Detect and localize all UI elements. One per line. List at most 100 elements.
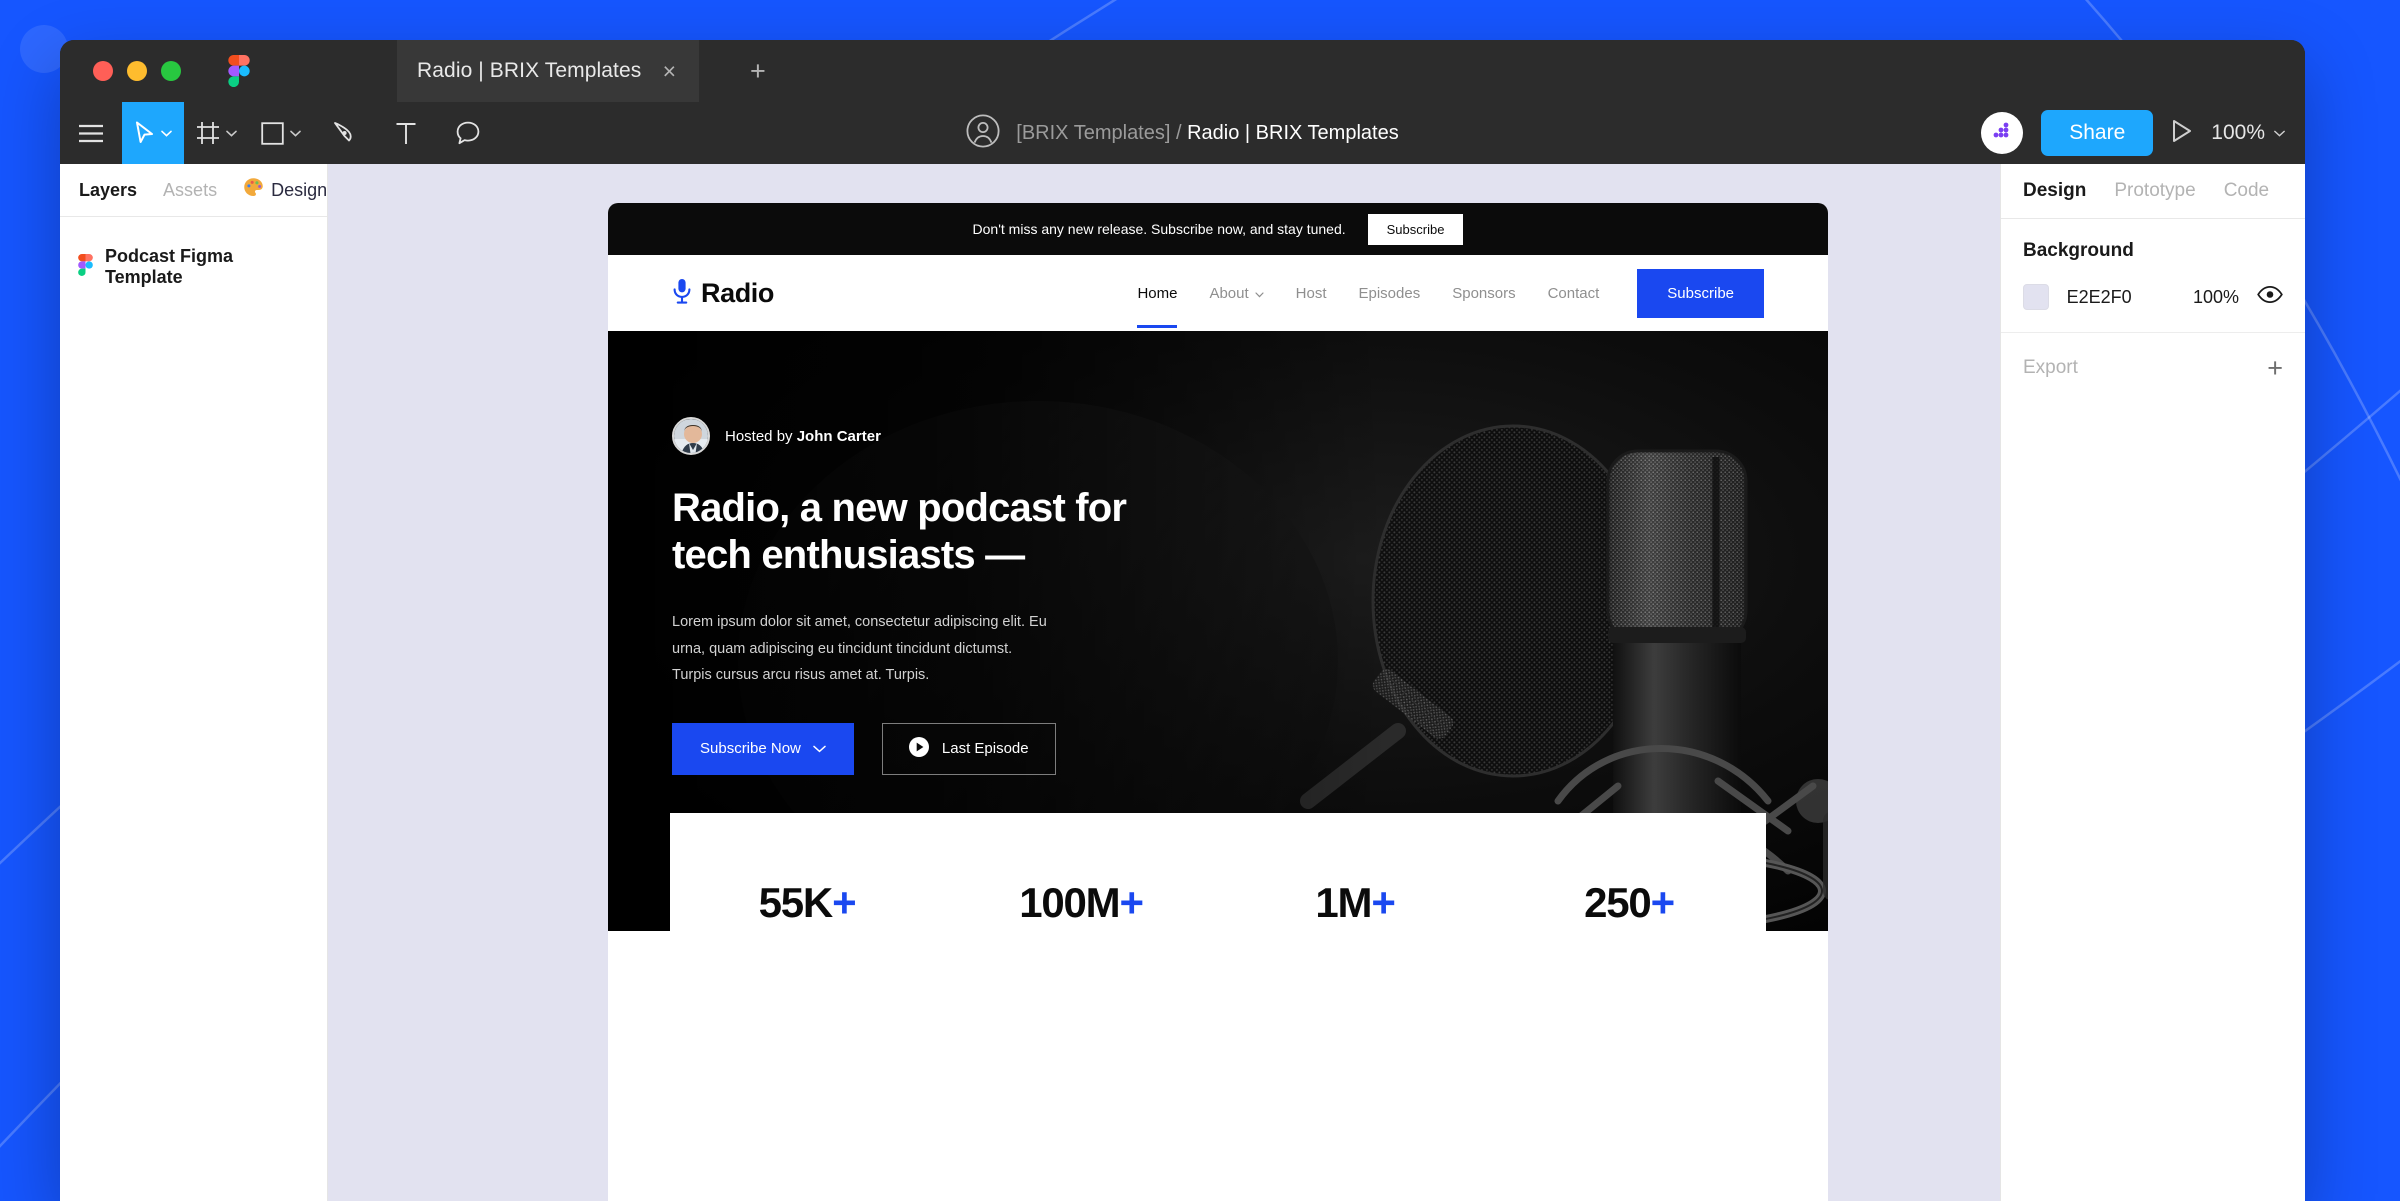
shape-tool-caret-icon[interactable] — [290, 130, 301, 137]
frame-tool-caret-icon[interactable] — [226, 130, 237, 137]
site-navbar: Radio Home About Host Episodes Sponsors — [608, 255, 1828, 331]
figma-icon — [228, 55, 250, 87]
breadcrumb-text: [BRIX Templates] / Radio | BRIX Template… — [1016, 122, 1398, 145]
nav-link-host[interactable]: Host — [1280, 285, 1343, 302]
move-tool-caret-icon[interactable] — [161, 130, 172, 137]
nav-link-sponsors[interactable]: Sponsors — [1436, 285, 1531, 302]
nav-link-home[interactable]: Home — [1121, 285, 1193, 328]
background-section: Background E2E2F0 100% — [2001, 219, 2305, 333]
add-export-button[interactable]: + — [2267, 355, 2283, 382]
nav-link-contact[interactable]: Contact — [1532, 285, 1616, 302]
nav-link-about[interactable]: About — [1193, 285, 1279, 302]
site-nav-links: Home About Host Episodes Sponsors Contac… — [1121, 268, 1764, 328]
avatar-dots-icon — [1990, 119, 2014, 148]
stat-suffix: + — [1371, 879, 1396, 926]
shape-tool[interactable] — [249, 102, 313, 164]
microphone-icon — [672, 278, 692, 309]
website-design-frame[interactable]: Don't miss any new release. Subscribe no… — [608, 203, 1828, 1201]
background-hex-value[interactable]: E2E2F0 — [2067, 287, 2175, 308]
palette-icon — [243, 177, 264, 203]
hero-last-episode-button[interactable]: Last Episode — [881, 722, 1056, 775]
maximize-window-button[interactable] — [161, 61, 181, 81]
hero-section: Hosted by John Carter Radio, a new podca… — [608, 331, 1828, 931]
hero-host-text: Hosted by John Carter — [725, 428, 881, 445]
hero-headline: Radio, a new podcast for tech enthusiast… — [672, 486, 1127, 578]
host-name: John Carter — [796, 427, 881, 445]
design-canvas[interactable]: Don't miss any new release. Subscribe no… — [328, 164, 2000, 1201]
background-fill-row: E2E2F0 100% — [2023, 284, 2283, 310]
main-menu-button[interactable] — [60, 102, 122, 164]
zoom-level-control[interactable]: 100% — [2211, 121, 2285, 145]
layers-list: Podcast Figma Template — [60, 217, 327, 295]
hamburger-icon — [78, 124, 104, 143]
background-opacity-value[interactable]: 100% — [2193, 287, 2239, 308]
announcement-message: Don't miss any new release. Subscribe no… — [972, 221, 1346, 237]
stat-value: 100M — [1019, 879, 1120, 926]
eye-icon[interactable] — [2257, 286, 2283, 308]
breadcrumb-file: Radio | BRIX Templates — [1187, 121, 1399, 144]
nav-link-episodes[interactable]: Episodes — [1343, 285, 1437, 302]
stat-item: 55K+ — [670, 879, 944, 927]
chevron-down-icon — [2274, 130, 2285, 137]
site-logo[interactable]: Radio — [672, 278, 774, 309]
frame-icon — [196, 121, 220, 145]
tab-layers[interactable]: Layers — [79, 180, 137, 201]
layer-item[interactable]: Podcast Figma Template — [60, 239, 327, 295]
hero-subscribe-now-button[interactable]: Subscribe Now — [672, 722, 854, 775]
nav-link-episodes-label: Episodes — [1358, 284, 1421, 302]
left-panel-tabs: Layers Assets Design — [60, 164, 345, 217]
stat-value: 55K — [758, 879, 834, 926]
square-icon — [261, 121, 284, 145]
stat-suffix: + — [1650, 879, 1676, 926]
background-color-swatch[interactable] — [2023, 284, 2049, 310]
zoom-level-value: 100% — [2211, 121, 2265, 144]
avatar[interactable] — [1981, 112, 2024, 154]
announcement-subscribe-button[interactable]: Subscribe — [1367, 213, 1464, 245]
tab-assets[interactable]: Assets — [163, 180, 217, 201]
close-tab-icon[interactable]: × — [656, 56, 683, 87]
user-avatar-icon — [966, 113, 1000, 153]
export-section: Export + — [2001, 333, 2305, 403]
play-circle-icon — [908, 736, 929, 761]
stat-item: 1M+ — [1218, 879, 1492, 927]
figma-app-window: Radio | BRIX Templates × + [BRIX Templat… — [60, 40, 2305, 1201]
pen-tool[interactable] — [313, 102, 375, 164]
hero-buttons: Subscribe Now Last Episode — [672, 722, 1228, 775]
tab-prototype[interactable]: Prototype — [2114, 180, 2195, 202]
stats-card: 55K+ 100M+ 1M+ 250+ — [670, 813, 1766, 931]
stat-suffix: + — [1119, 879, 1144, 926]
left-panel: Layers Assets Design Podcast Figma Templ… — [60, 164, 345, 1201]
stat-item: 100M+ — [944, 879, 1218, 927]
hosted-prefix: Hosted by — [725, 427, 797, 445]
comment-tool[interactable] — [437, 102, 499, 164]
file-tab-title: Radio | BRIX Templates — [417, 59, 642, 82]
stat-suffix: + — [832, 879, 857, 926]
host-avatar — [672, 417, 710, 455]
stat-value: 1M — [1315, 879, 1372, 926]
move-tool[interactable] — [122, 102, 184, 164]
text-tool[interactable] — [375, 102, 437, 164]
new-tab-button[interactable]: + — [750, 58, 766, 85]
tab-design[interactable]: Design — [2023, 180, 2086, 202]
traffic-lights[interactable] — [60, 61, 181, 81]
close-window-button[interactable] — [93, 61, 113, 81]
background-section-title: Background — [2023, 240, 2134, 261]
announcement-bar: Don't miss any new release. Subscribe no… — [608, 203, 1828, 255]
hero-content: Hosted by John Carter Radio, a new podca… — [608, 331, 1228, 775]
nav-subscribe-button[interactable]: Subscribe — [1637, 268, 1764, 318]
present-button[interactable] — [2171, 119, 2193, 148]
tab-code[interactable]: Code — [2224, 180, 2269, 202]
text-icon — [395, 122, 417, 145]
figma-icon — [78, 253, 93, 281]
file-tab[interactable]: Radio | BRIX Templates × — [397, 40, 699, 102]
frame-tool[interactable] — [184, 102, 249, 164]
right-panel: Design Prototype Code Background E2E2F0 … — [2000, 164, 2305, 1201]
breadcrumb-separator: / — [1175, 121, 1182, 144]
share-button[interactable]: Share — [2041, 110, 2154, 156]
minimize-window-button[interactable] — [127, 61, 147, 81]
site-logo-label: Radio — [701, 277, 775, 308]
hero-host-row: Hosted by John Carter — [672, 417, 1228, 455]
layer-item-label: Podcast Figma Template — [105, 246, 234, 287]
hero-subscribe-now-label: Subscribe Now — [700, 740, 801, 757]
right-panel-tabs: Design Prototype Code — [2001, 164, 2305, 219]
